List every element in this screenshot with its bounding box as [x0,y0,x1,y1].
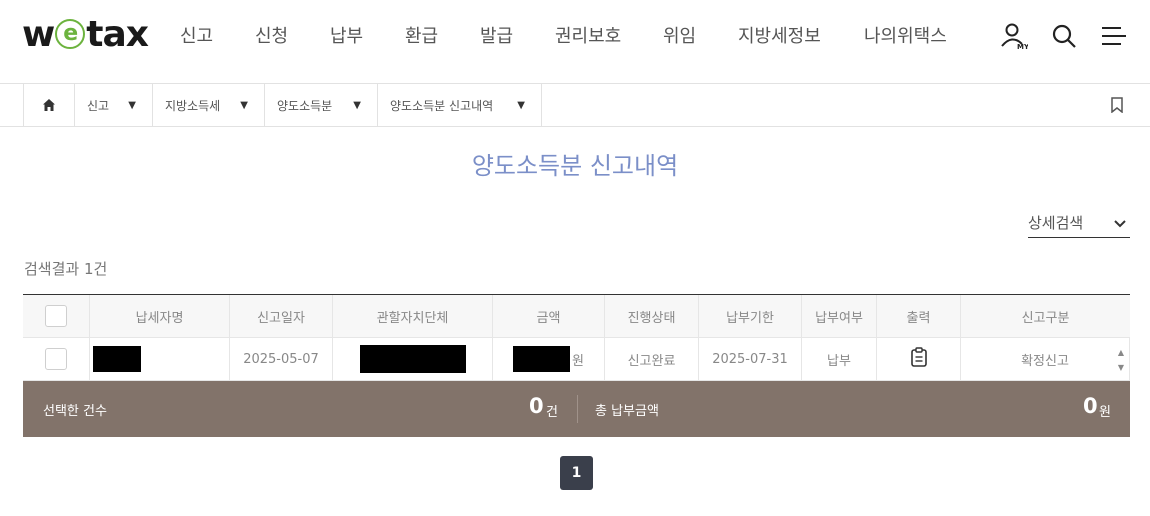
home-icon [43,99,55,111]
logo-letters-tax: tax [86,13,149,55]
nav-my-wetax[interactable]: 나의위택스 [864,22,974,48]
total-amount-unit: 원 [1099,405,1111,420]
table-row[interactable]: 2025-05-07 원 신고완료 2025-07-31 납부 확정신고 ▲ ▼ [23,338,1130,381]
print-cell [877,338,961,380]
col-print: 출력 [877,295,961,337]
breadcrumb-label: 양도소득분 신고내역 [390,98,494,113]
status-cell: 신고완료 [605,338,699,380]
select-all-cell [23,295,90,337]
breadcrumb-item-report[interactable]: 신고 ▼ [74,84,152,126]
my-label: MY [1017,43,1028,50]
nav-refund[interactable]: 환급 [405,22,480,48]
jurisdiction-cell [333,338,493,380]
col-status: 진행상태 [605,295,699,337]
user-my-icon[interactable]: MY [1000,22,1028,50]
report-date-cell: 2025-05-07 [230,338,333,380]
header-icons: MY [1000,22,1128,50]
logo-e-circle: e [55,19,86,49]
selected-count-unit: 건 [546,405,558,420]
chevron-down-icon [1114,214,1126,232]
redacted-taxpayer-name [93,346,141,372]
selected-count-label: 선택한 건수 [43,404,107,419]
pagination-page-current[interactable]: 1 [560,456,593,490]
logo-letter-w: w [22,13,55,55]
breadcrumb-label: 지방소득세 [165,98,221,113]
table-scrollbar[interactable]: ▲ ▼ [1112,338,1130,381]
report-table: 납세자명 신고일자 관할자치단체 금액 진행상태 납부기한 납부여부 출력 신고… [23,294,1130,381]
taxpayer-cell [90,338,230,380]
page-title: 양도소득분 신고내역 [471,152,679,180]
col-report-date: 신고일자 [230,295,333,337]
summary-bar: 선택한 건수 0 건 총 납부금액 0 원 [23,381,1130,437]
breadcrumb: 신고 ▼ 지방소득세 ▼ 양도소득분 ▼ 양도소득분 신고내역 ▼ [0,84,1150,127]
result-count: 검색결과 1건 [24,260,108,278]
detail-search-toggle[interactable]: 상세검색 [1028,208,1130,238]
redacted-amount [513,346,571,372]
nav-issue[interactable]: 발급 [480,22,555,48]
row-select-cell [23,338,90,380]
select-all-checkbox[interactable] [45,305,67,327]
nav-pay[interactable]: 납부 [330,22,405,48]
caret-down-icon: ▼ [240,99,248,111]
table-header-row: 납세자명 신고일자 관할자치단체 금액 진행상태 납부기한 납부여부 출력 신고… [23,295,1130,338]
breadcrumb-label: 양도소득분 [277,98,333,113]
col-paid: 납부여부 [802,295,877,337]
breadcrumb-item-transfer-income[interactable]: 양도소득분 ▼ [264,84,377,126]
col-amount: 금액 [493,295,605,337]
nav-local-tax-info[interactable]: 지방세정보 [738,22,864,48]
caret-down-icon: ▼ [353,99,361,111]
wetax-logo[interactable]: w e tax [22,13,149,55]
row-checkbox[interactable] [45,348,67,370]
caret-down-icon: ▼ [517,99,525,111]
breadcrumb-item-report-history[interactable]: 양도소득분 신고내역 ▼ [377,84,542,126]
total-amount-label: 총 납부금액 [595,404,659,419]
paid-cell: 납부 [802,338,877,380]
clipboard-icon[interactable] [910,347,928,371]
col-jurisdiction: 관할자치단체 [333,295,493,337]
scroll-down-icon[interactable]: ▼ [1118,363,1124,372]
caret-down-icon: ▼ [128,99,136,111]
site-header: w e tax 신고 신청 납부 환급 발급 권리보호 위임 지방세정보 나의위택스… [0,0,1150,84]
due-date-cell: 2025-07-31 [699,338,802,380]
nav-rights[interactable]: 권리보호 [555,22,663,48]
breadcrumb-home[interactable] [23,84,74,126]
col-taxpayer: 납세자명 [90,295,230,337]
redacted-jurisdiction [359,345,466,373]
breadcrumb-label: 신고 [87,98,110,113]
summary-divider [577,395,578,423]
main-nav: 신고 신청 납부 환급 발급 권리보호 위임 지방세정보 나의위택스 [180,22,974,48]
total-amount-value: 0 [1083,394,1098,418]
hamburger-menu-icon[interactable] [1100,22,1128,50]
nav-report[interactable]: 신고 [180,22,255,48]
col-due-date: 납부기한 [699,295,802,337]
amount-cell: 원 [493,338,605,380]
detail-search-label: 상세검색 [1028,214,1084,232]
amount-unit: 원 [572,353,584,369]
type-cell: 확정신고 [961,338,1130,380]
col-type: 신고구분 [1021,310,1070,326]
nav-apply[interactable]: 신청 [255,22,330,48]
search-icon[interactable] [1050,22,1078,50]
nav-delegate[interactable]: 위임 [663,22,738,48]
bookmark-icon[interactable] [1110,97,1124,117]
scroll-up-icon[interactable]: ▲ [1118,348,1124,357]
breadcrumb-item-local-income-tax[interactable]: 지방소득세 ▼ [152,84,264,126]
selected-count-value: 0 [529,394,544,418]
